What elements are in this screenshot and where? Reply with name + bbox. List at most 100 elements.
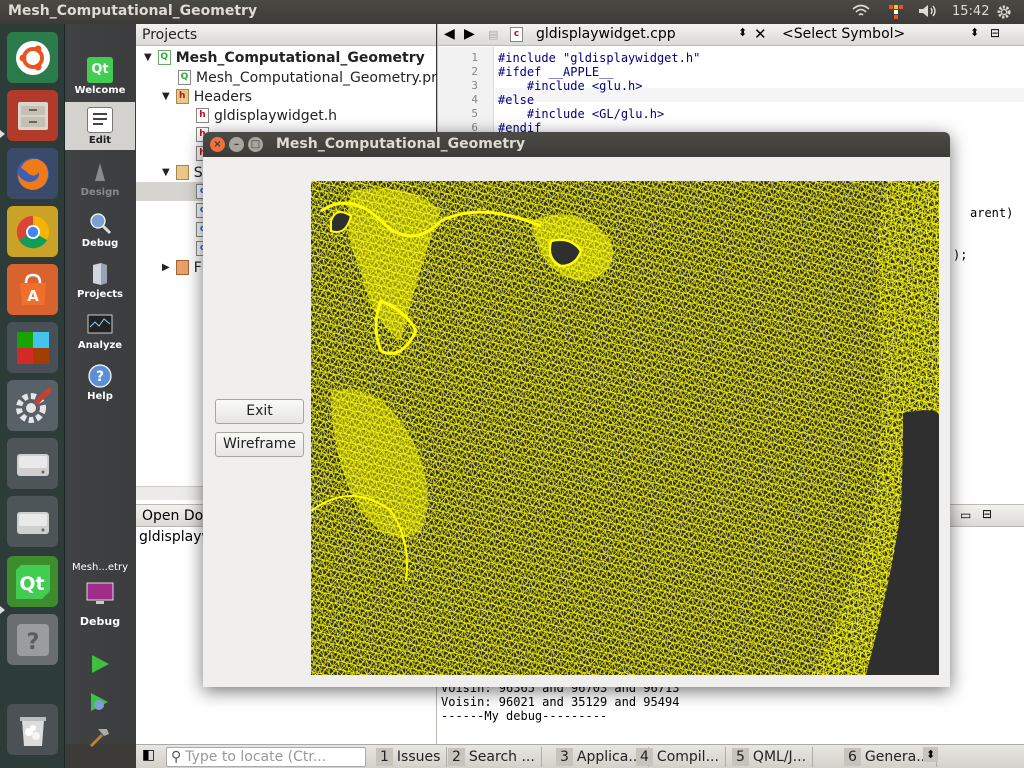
- back-arrow-icon[interactable]: ◀: [444, 26, 455, 42]
- disk-icon[interactable]: [7, 496, 58, 547]
- close-file-icon[interactable]: ✕: [754, 25, 767, 43]
- application-output: Voisin: 96365 and 96703 and 96713 Voisin:…: [441, 681, 679, 723]
- headers-label: Headers: [193, 88, 252, 105]
- chrome-icon[interactable]: [7, 206, 58, 257]
- maximize-window-icon[interactable]: □: [248, 137, 263, 152]
- lock-icon: ▤: [488, 28, 499, 41]
- clock[interactable]: 15:42: [952, 4, 989, 19]
- close-window-icon[interactable]: ×: [210, 137, 225, 152]
- collapse-arrow-icon[interactable]: ▼: [162, 91, 170, 102]
- symbol-dropdown-icon[interactable]: ⬍: [970, 26, 979, 39]
- projects-icon: [87, 261, 113, 287]
- wifi-icon[interactable]: [852, 4, 870, 22]
- mode-analyze[interactable]: Analyze: [65, 307, 135, 357]
- output-tab[interactable]: 3 Applica...: [556, 747, 649, 767]
- mode-edit[interactable]: Edit: [65, 102, 135, 150]
- locator-placeholder: Type to locate (Ctr...: [185, 749, 327, 765]
- output-tab[interactable]: 4 Compil...: [636, 747, 726, 767]
- minimize-pane-icon[interactable]: ▭: [960, 508, 971, 522]
- libreoffice-icon[interactable]: [7, 322, 58, 373]
- qt-creator-icon[interactable]: Qt: [7, 556, 58, 607]
- trash-icon[interactable]: [7, 704, 58, 755]
- debug-run-icon[interactable]: [88, 690, 112, 718]
- projects-header: Projects: [136, 24, 436, 46]
- collapse-arrow-icon[interactable]: ▼: [144, 52, 152, 63]
- tab-label: Compil...: [656, 749, 719, 765]
- file-dropdown-icon[interactable]: ⬍: [738, 26, 747, 39]
- output-line: Voisin: 96021 and 35129 and 95494: [441, 695, 680, 709]
- update-icon[interactable]: [888, 4, 904, 24]
- tree-forms[interactable]: ▶ F: [162, 258, 202, 277]
- split-icon[interactable]: ⊟: [990, 26, 1000, 40]
- mode-projects[interactable]: Projects: [65, 256, 135, 306]
- mode-debug[interactable]: Debug: [65, 205, 135, 255]
- line-number: 2: [471, 65, 478, 78]
- collapse-arrow-icon[interactable]: ▼: [162, 167, 170, 178]
- minimize-window-icon[interactable]: –: [229, 137, 244, 152]
- editor-toolbar: ◀ ▶ ▤ c gldisplaywidget.cpp ⬍ ✕ <Select …: [438, 24, 1024, 46]
- pro-file-icon: Q: [178, 70, 191, 85]
- qt-project-icon: Q: [157, 50, 171, 65]
- code-line: #include <GL/glu.h>: [498, 107, 665, 121]
- window-title: Mesh_Computational_Geometry: [8, 3, 258, 19]
- files-icon[interactable]: [7, 90, 58, 141]
- mode-label: Debug: [81, 238, 119, 249]
- svg-text:Qt: Qt: [19, 573, 44, 595]
- svg-text:A: A: [27, 287, 39, 305]
- expand-arrow-icon[interactable]: ▶: [162, 262, 170, 273]
- exit-button[interactable]: Exit: [215, 399, 304, 424]
- kit-name: Mesh...etry: [72, 562, 128, 573]
- mode-label: Analyze: [77, 340, 123, 351]
- svg-text:?: ?: [96, 369, 104, 385]
- volume-icon[interactable]: [918, 4, 938, 22]
- build-hammer-icon[interactable]: [88, 726, 112, 752]
- output-tab[interactable]: 2 Search ...: [448, 747, 542, 767]
- app-titlebar[interactable]: × – □ Mesh_Computational_Geometry: [203, 132, 950, 157]
- gear-icon[interactable]: [996, 4, 1012, 24]
- kit-selector-monitor-icon[interactable]: [86, 580, 114, 612]
- app-title: Mesh_Computational_Geometry: [276, 136, 526, 152]
- system-settings-icon[interactable]: [7, 380, 58, 431]
- tree-sources[interactable]: ▼ S: [162, 163, 203, 182]
- status-bar: ◧ ⚲ Type to locate (Ctr... 1 Issues 2 Searc…: [136, 744, 1024, 768]
- firefox-icon[interactable]: [7, 148, 58, 199]
- open-document-item[interactable]: gldisplayw: [139, 529, 213, 545]
- code-line: #include <glu.h>: [498, 79, 643, 93]
- tab-label: QML/J...: [752, 749, 807, 765]
- tree-header-file[interactable]: h gldisplaywidget.h: [196, 106, 337, 125]
- pro-file-name: Mesh_Computational_Geometry.pro: [196, 69, 446, 86]
- tree-headers[interactable]: ▼ h Headers: [162, 87, 252, 106]
- tree-pro-file[interactable]: Q Mesh_Computational_Geometry.pro: [178, 68, 445, 87]
- open-file-name[interactable]: gldisplaywidget.cpp: [536, 26, 676, 42]
- collapse-pane-icon[interactable]: ⊟: [982, 507, 992, 521]
- mode-label: Projects: [76, 289, 123, 300]
- locator-input[interactable]: ⚲ Type to locate (Ctr...: [166, 747, 366, 767]
- gl-display-widget[interactable]: [311, 181, 939, 675]
- output-tab[interactable]: 1 Issues: [376, 747, 448, 767]
- run-icon[interactable]: [88, 652, 112, 680]
- launcher: A Qt ?: [0, 24, 65, 768]
- projects-title[interactable]: Projects: [142, 27, 197, 43]
- tree-project-root[interactable]: ▼ Q Mesh_Computational_Geometry: [144, 48, 425, 67]
- software-center-icon[interactable]: A: [7, 264, 58, 315]
- ubuntu-dash-icon[interactable]: [7, 32, 58, 83]
- forward-arrow-icon[interactable]: ▶: [464, 26, 475, 42]
- toggle-sidebar-icon[interactable]: ◧: [142, 747, 155, 763]
- wireframe-button[interactable]: Wireframe: [215, 432, 304, 457]
- disk-icon[interactable]: [7, 438, 58, 489]
- output-tab[interactable]: 5 QML/J...: [732, 747, 814, 767]
- line-number: 4: [471, 93, 478, 106]
- forms-label: F: [193, 259, 202, 276]
- mode-label: Design: [80, 187, 120, 198]
- mode-help[interactable]: ? Help: [65, 358, 135, 408]
- desktop: Mesh_Computational_Geometry 15:42 A Qt ?…: [0, 0, 1024, 768]
- mode-welcome[interactable]: Qt Welcome: [65, 52, 135, 102]
- help-circle-icon: ?: [87, 363, 113, 389]
- more-tabs-icon[interactable]: ⬍: [923, 747, 939, 762]
- mode-label: Edit: [88, 135, 112, 146]
- code-line: #include "gldisplaywidget.h": [498, 51, 701, 65]
- help-icon[interactable]: ?: [7, 614, 58, 665]
- output-line: ------My debug---------: [441, 709, 608, 723]
- cpp-file-icon: c: [510, 27, 523, 42]
- symbol-selector[interactable]: <Select Symbol>: [782, 26, 905, 42]
